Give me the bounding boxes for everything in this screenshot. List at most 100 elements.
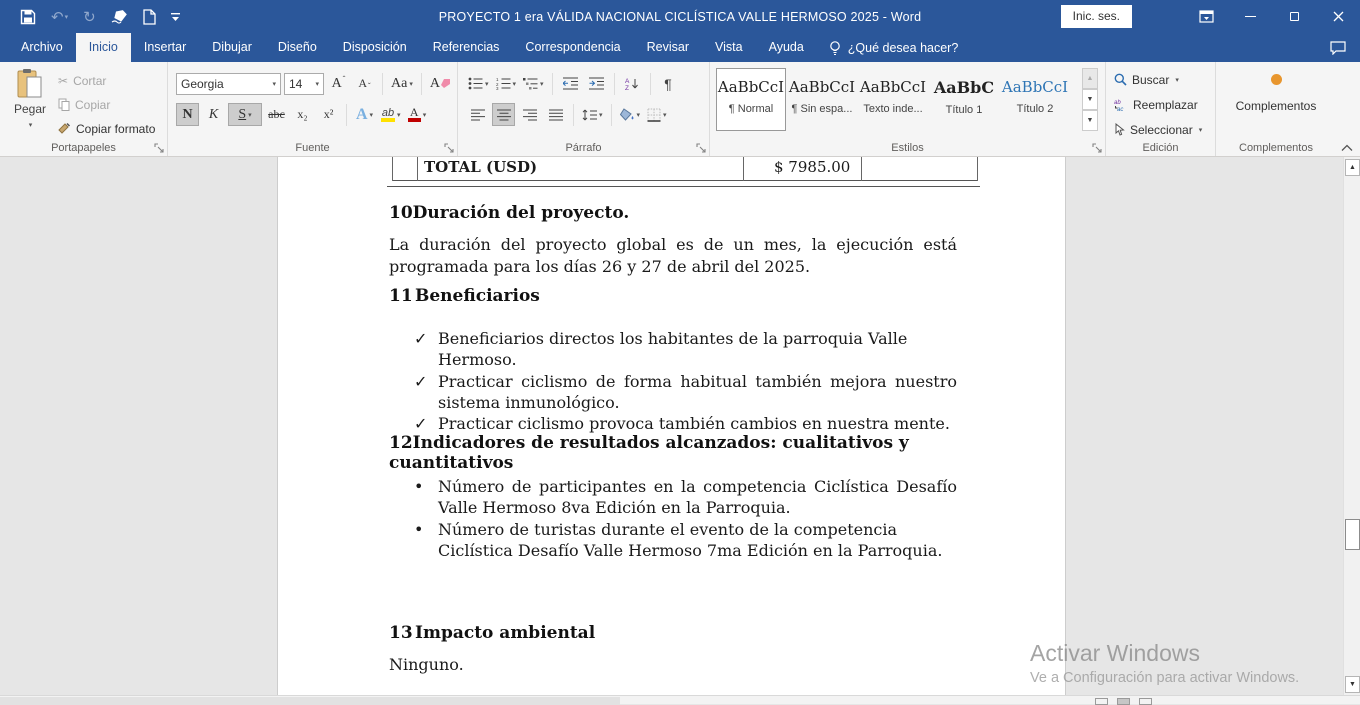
underline-button[interactable]: S▾ <box>228 103 262 126</box>
table-cell-empty[interactable] <box>392 157 417 181</box>
tab-diseno[interactable]: Diseño <box>265 33 330 62</box>
strikethrough-button[interactable]: abc <box>265 103 288 126</box>
select-button[interactable]: Seleccionar▾ <box>1114 119 1202 140</box>
replace-button[interactable]: abac Reemplazar <box>1114 94 1202 115</box>
customize-qat-icon[interactable] <box>171 12 180 22</box>
subscript-button[interactable]: x₂ <box>291 103 314 126</box>
paragraph-impacto[interactable]: Ninguno. <box>389 654 957 676</box>
bullets-indicadores[interactable]: • Número de participantes en la competen… <box>414 476 957 561</box>
tab-disposicion[interactable]: Disposición <box>330 33 420 62</box>
svg-text:3: 3 <box>496 86 499 90</box>
style-normal[interactable]: AaBbCcI ¶ Normal <box>716 68 786 131</box>
bullet-list-button[interactable]: ▾ <box>466 72 491 95</box>
list-item[interactable]: • Número de participantes en la competen… <box>414 476 957 519</box>
scroll-up-icon[interactable]: ▲ <box>1345 159 1360 176</box>
bold-button[interactable]: N <box>176 103 199 126</box>
heading-indicadores[interactable]: 12Indicadores de resultados alcanzados: … <box>389 433 959 473</box>
justify-button[interactable] <box>544 103 567 126</box>
close-button[interactable] <box>1316 0 1360 33</box>
group-label-parrafo: Párrafo <box>458 142 709 154</box>
paragraph-duracion[interactable]: La duración del proyecto global es de un… <box>389 234 957 277</box>
window-controls <box>1184 0 1360 33</box>
shrink-font-button[interactable]: Aˇ <box>353 72 376 95</box>
heading-duracion[interactable]: 10Duración del proyecto. <box>389 203 959 223</box>
tab-insertar[interactable]: Insertar <box>131 33 199 62</box>
decrease-indent-button[interactable] <box>559 72 582 95</box>
clear-formatting-button[interactable]: A <box>428 72 452 95</box>
text-effects-button[interactable]: A▾ <box>353 103 376 126</box>
tab-ayuda[interactable]: Ayuda <box>756 33 817 62</box>
sort-button[interactable]: AZ <box>621 72 644 95</box>
list-item[interactable]: • Número de turistas durante el evento d… <box>414 519 957 562</box>
feedback-comment-icon[interactable] <box>1330 33 1346 62</box>
sign-in-button[interactable]: Inic. ses. <box>1061 5 1132 28</box>
copy-button: Copiar <box>58 94 155 115</box>
budget-table-row[interactable]: TOTAL (USD) $ 7985.00 <box>392 157 978 181</box>
styles-gallery-more-icon[interactable]: ▼ <box>1082 110 1098 131</box>
find-button[interactable]: Buscar▾ <box>1114 69 1202 90</box>
align-left-button[interactable] <box>466 103 489 126</box>
checklist-beneficiarios[interactable]: ✓ Beneficiarios directos los habitantes … <box>414 328 957 434</box>
heading-beneficiarios[interactable]: 11Beneficiarios <box>389 286 959 306</box>
new-document-icon[interactable] <box>143 9 156 25</box>
superscript-button[interactable]: x² <box>317 103 340 126</box>
tab-inicio[interactable]: Inicio <box>76 33 131 62</box>
tab-revisar[interactable]: Revisar <box>634 33 702 62</box>
style-texto-independiente[interactable]: AaBbCcI Texto inde... <box>858 68 928 131</box>
highlight-color-button[interactable]: ab ▾ <box>379 103 403 126</box>
ribbon-display-options-icon[interactable] <box>1184 0 1228 33</box>
styles-scroll-up-icon[interactable]: ▲ <box>1082 68 1098 89</box>
multilevel-list-button[interactable]: ▾ <box>521 72 546 95</box>
scrollbar-thumb[interactable] <box>1345 519 1360 550</box>
collapse-ribbon-icon[interactable] <box>1341 144 1353 152</box>
dialog-launcher-icon[interactable] <box>1092 143 1102 153</box>
list-item[interactable]: ✓ Practicar ciclismo de forma habitual t… <box>414 371 957 414</box>
increase-indent-button[interactable] <box>585 72 608 95</box>
borders-button[interactable]: ▾ <box>645 103 669 126</box>
style-titulo-2[interactable]: AaBbCcI Título 2 <box>1000 68 1070 131</box>
align-right-button[interactable] <box>518 103 541 126</box>
table-cell-empty[interactable] <box>861 157 978 181</box>
tell-me-box[interactable]: ¿Qué desea hacer? <box>817 33 971 62</box>
format-painter-button[interactable]: Copiar formato <box>58 118 155 139</box>
dialog-launcher-icon[interactable] <box>154 143 164 153</box>
scroll-down-icon[interactable]: ▼ <box>1345 676 1360 693</box>
select-arrow-icon <box>1114 123 1125 136</box>
tab-correspondencia[interactable]: Correspondencia <box>512 33 633 62</box>
dialog-launcher-icon[interactable] <box>444 143 454 153</box>
font-size-combo[interactable]: 14▾ <box>284 73 324 95</box>
style-sin-espaciado[interactable]: AaBbCcI ¶ Sin espa... <box>787 68 857 131</box>
addins-button[interactable]: Complementos <box>1216 74 1336 113</box>
vertical-scrollbar[interactable]: ▲ ▼ <box>1343 157 1360 695</box>
table-cell-total-value[interactable]: $ 7985.00 <box>743 157 861 181</box>
document-page[interactable]: TOTAL (USD) $ 7985.00 10Duración del pro… <box>277 157 1066 695</box>
save-icon[interactable] <box>20 9 36 25</box>
tab-archivo[interactable]: Archivo <box>8 33 76 62</box>
list-item[interactable]: ✓ Practicar ciclismo provoca también cam… <box>414 413 957 434</box>
grow-font-button[interactable]: Aˆ <box>327 72 350 95</box>
heading-impacto[interactable]: 13Impacto ambiental <box>389 623 959 643</box>
dialog-launcher-icon[interactable] <box>696 143 706 153</box>
paste-dropdown-icon[interactable]: ▾ <box>29 122 33 129</box>
tab-dibujar[interactable]: Dibujar <box>199 33 265 62</box>
list-item[interactable]: ✓ Beneficiarios directos los habitantes … <box>414 328 957 371</box>
tab-referencias[interactable]: Referencias <box>420 33 513 62</box>
style-titulo-1[interactable]: AaBbC Título 1 <box>929 68 999 131</box>
numbered-list-button[interactable]: 123▾ <box>494 72 519 95</box>
ink-eraser-icon[interactable] <box>111 9 128 24</box>
line-spacing-button[interactable]: ▾ <box>580 103 605 126</box>
bullet-icon: • <box>414 519 438 562</box>
restore-button[interactable] <box>1272 0 1316 33</box>
change-case-button[interactable]: Aa▾ <box>389 72 415 95</box>
font-color-button[interactable]: A ▾ <box>406 103 429 126</box>
font-name-combo[interactable]: Georgia▾ <box>176 73 281 95</box>
italic-button[interactable]: K <box>202 103 225 126</box>
shading-button[interactable]: ▾ <box>618 103 643 126</box>
tab-vista[interactable]: Vista <box>702 33 756 62</box>
show-paragraph-marks-button[interactable]: ¶ <box>657 72 680 95</box>
table-cell-total-label[interactable]: TOTAL (USD) <box>417 157 743 181</box>
styles-scroll-down-icon[interactable]: ▼ <box>1082 89 1098 110</box>
align-center-button[interactable] <box>492 103 515 126</box>
paste-button[interactable]: Pegar ▾ <box>7 68 53 144</box>
minimize-button[interactable] <box>1228 0 1272 33</box>
